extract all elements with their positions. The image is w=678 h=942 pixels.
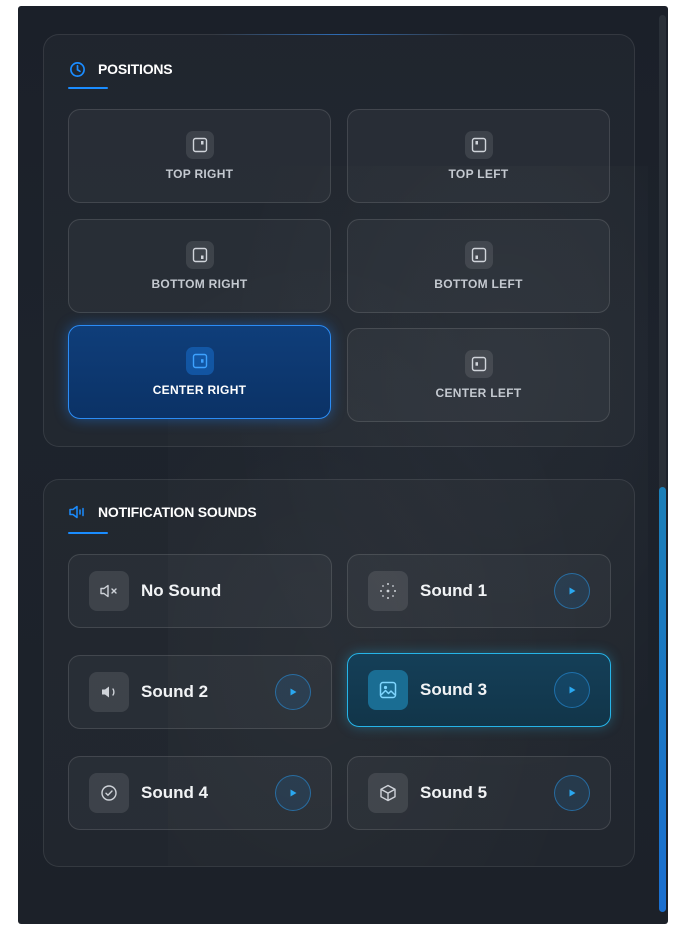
play-sound-3-button[interactable] [554,672,590,708]
sound-label: Sound 1 [420,581,488,600]
center-right-position-icon [185,347,214,375]
sound-option-sound-2[interactable]: Sound 2 [68,655,332,729]
play-icon [290,789,297,797]
sound-label: Sound 4 [141,783,209,802]
clock-icon [68,60,86,78]
position-label: TOP LEFT [448,167,509,181]
scrollbar-thumb[interactable] [659,487,666,912]
position-bottom-right-button[interactable]: BOTTOM RIGHT [68,219,331,313]
position-center-left-button[interactable]: CENTER LEFT [347,328,610,422]
position-top-left-button[interactable]: TOP LEFT [347,109,610,203]
cube-icon [368,773,408,813]
sound-label: Sound 2 [141,682,209,701]
speaker-icon [89,672,129,712]
sparkle-icon [368,571,408,611]
position-label: BOTTOM RIGHT [151,277,248,291]
sounds-header: NOTIFICATION SOUNDS [68,502,257,522]
positions-section: POSITIONS TOP RIGHT TOP LEFT BOTTOM RIGH… [43,34,635,447]
play-icon [569,686,576,694]
position-top-right-button[interactable]: TOP RIGHT [68,109,331,203]
play-sound-2-button[interactable] [275,674,311,710]
scrollbar[interactable] [659,15,666,912]
sound-option-sound-5[interactable]: Sound 5 [347,756,611,830]
position-bottom-left-button[interactable]: BOTTOM LEFT [347,219,610,313]
check-circle-icon [89,773,129,813]
section-glow [214,34,464,35]
play-icon [569,789,576,797]
position-label: TOP RIGHT [165,167,234,181]
sounds-title-underline [68,532,108,534]
play-icon [569,587,576,595]
positions-title: POSITIONS [98,61,173,77]
bottom-right-position-icon [185,241,214,269]
play-sound-5-button[interactable] [554,775,590,811]
position-label: CENTER RIGHT [152,383,247,397]
bottom-left-position-icon [464,241,493,269]
positions-header: POSITIONS [68,59,173,79]
sound-option-sound-3[interactable]: Sound 3 [347,653,611,727]
mute-icon [89,571,129,611]
position-label: CENTER LEFT [435,386,522,400]
play-icon [290,688,297,696]
speaker-wave-icon [68,503,86,521]
sound-label: Sound 5 [420,783,488,802]
play-sound-1-button[interactable] [554,573,590,609]
center-left-position-icon [464,350,493,378]
position-center-right-button[interactable]: CENTER RIGHT [68,325,331,419]
sound-option-sound-1[interactable]: Sound 1 [347,554,611,628]
top-right-position-icon [185,131,214,159]
top-left-position-icon [464,131,493,159]
sound-label: No Sound [141,581,222,600]
image-icon [368,670,408,710]
notification-sounds-section: NOTIFICATION SOUNDS No Sound Sound 1 Sou… [43,479,635,867]
positions-title-underline [68,87,108,89]
position-label: BOTTOM LEFT [434,277,523,291]
sounds-title: NOTIFICATION SOUNDS [98,504,257,520]
sound-option-sound-4[interactable]: Sound 4 [68,756,332,830]
sound-label: Sound 3 [420,680,488,699]
sound-option-no-sound[interactable]: No Sound [68,554,332,628]
play-sound-4-button[interactable] [275,775,311,811]
